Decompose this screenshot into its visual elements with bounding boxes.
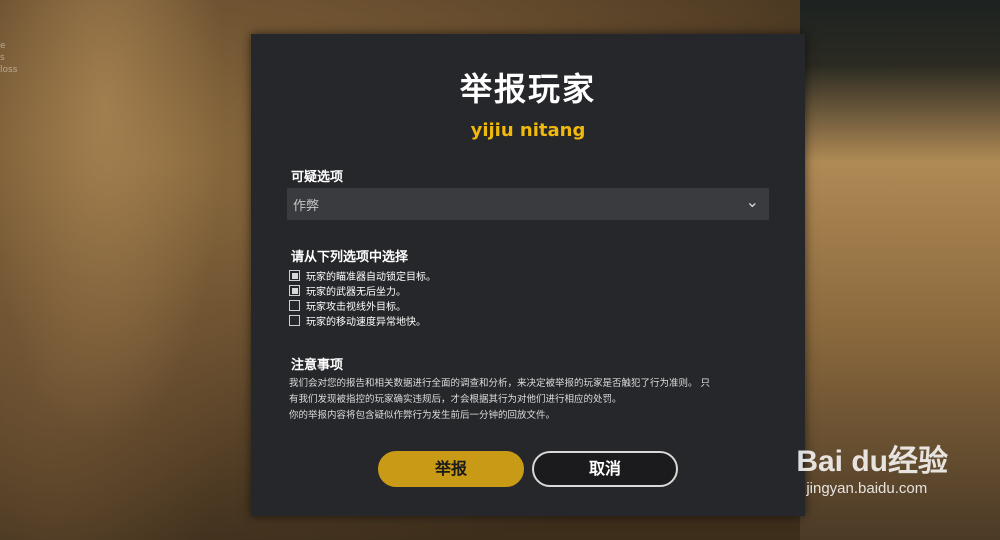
report-button[interactable]: 举报	[378, 451, 524, 487]
option-item[interactable]: 玩家的移动速度异常地快。	[289, 313, 436, 328]
checkbox[interactable]	[289, 315, 300, 326]
option-label: 玩家的武器无后坐力。	[306, 287, 406, 298]
hud-line: e	[0, 41, 6, 51]
choose-options-label: 请从下列选项中选择	[291, 250, 409, 265]
notes-line: 有我们发现被指控的玩家确实违规后，才会根据其行为对他们进行相应的处罚。	[289, 394, 622, 405]
option-item[interactable]: 玩家的瞄准器自动锁定目标。	[289, 268, 436, 283]
options-list: 玩家的瞄准器自动锁定目标。 玩家的武器无后坐力。 玩家攻击视线外目标。 玩家的移…	[289, 268, 436, 328]
cancel-button[interactable]: 取消	[532, 451, 678, 487]
option-label: 玩家的瞄准器自动锁定目标。	[306, 272, 436, 283]
hud-line: loss	[0, 65, 18, 75]
checkbox[interactable]	[289, 270, 300, 281]
option-label: 玩家攻击视线外目标。	[306, 302, 406, 313]
notes-title: 注意事项	[291, 358, 344, 373]
suspect-option-label: 可疑选项	[291, 170, 344, 185]
baidu-watermark: Bai du经验 jingyan.baidu.com	[796, 436, 948, 497]
chevron-down-icon: ⌄	[745, 192, 759, 211]
notes-text: 我们会对您的报告和相关数据进行全面的调查和分析，来决定被举报的玩家是否触犯了行为…	[289, 376, 769, 424]
watermark-brand: Bai du经验	[796, 445, 948, 478]
report-player-dialog: 举报玩家 yijiu nitang 可疑选项 作弊 ⌄ 请从下列选项中选择 玩家…	[251, 34, 805, 516]
option-item[interactable]: 玩家攻击视线外目标。	[289, 298, 436, 313]
checkbox[interactable]	[289, 285, 300, 296]
option-item[interactable]: 玩家的武器无后坐力。	[289, 283, 436, 298]
suspect-option-select[interactable]: 作弊 ⌄	[287, 188, 769, 220]
checkbox[interactable]	[289, 300, 300, 311]
reported-player-name: yijiu nitang	[470, 120, 586, 141]
option-label: 玩家的移动速度异常地快。	[306, 317, 426, 328]
dialog-title: 举报玩家	[459, 70, 596, 108]
notes-line: 我们会对您的报告和相关数据进行全面的调查和分析，来决定被举报的玩家是否触犯了行为…	[289, 378, 711, 389]
background-terrain	[0, 0, 260, 540]
background-hud-text: e s loss	[0, 40, 30, 76]
notes-line: 你的举报内容将包含疑似作弊行为发生前后一分钟的回放文件。	[289, 410, 556, 421]
select-value: 作弊	[293, 199, 320, 214]
hud-line: s	[0, 53, 5, 63]
watermark-url: jingyan.baidu.com	[806, 480, 928, 497]
